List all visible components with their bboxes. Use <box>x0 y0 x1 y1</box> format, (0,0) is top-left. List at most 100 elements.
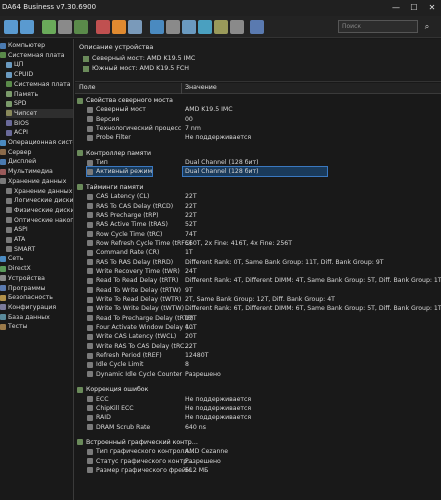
sidebar-item[interactable]: Тесты <box>0 322 73 331</box>
tools-icon[interactable] <box>166 20 180 34</box>
search-input[interactable]: Поиск <box>338 20 418 33</box>
sidebar-item[interactable]: Оптические накопител <box>6 216 73 225</box>
sidebar-item[interactable]: Дисплей <box>0 157 73 166</box>
help-icon[interactable] <box>250 20 264 34</box>
sidebar-item[interactable]: BIOS <box>6 119 73 128</box>
property-row[interactable]: Статус графического контр… Разрешено <box>75 457 441 466</box>
sidebar-item[interactable]: DirectX <box>0 264 73 273</box>
minimize-button[interactable]: — <box>387 0 405 16</box>
property-row[interactable]: Dynamic Idle Cycle Counter Разрешено <box>75 370 441 379</box>
property-row[interactable]: Read To Read Delay (tRTR) Different Rank:… <box>75 276 441 285</box>
settings-icon[interactable] <box>230 20 244 34</box>
sidebar-item[interactable]: Чипсет <box>6 108 73 118</box>
report-icon[interactable] <box>58 20 72 34</box>
sidebar-item[interactable]: Сервер <box>0 148 73 157</box>
property-row[interactable]: Версия 00 <box>75 115 441 124</box>
property-row[interactable]: Северный мост AMD K19.5 IMC <box>75 105 441 114</box>
sidebar-item[interactable]: Хранение данных Wind <box>6 187 73 196</box>
section-header[interactable]: Свойства северного моста <box>75 96 441 105</box>
property-row[interactable]: Тип графического контролл… AMD Cezanne <box>75 447 441 456</box>
sidebar-item[interactable]: Программы <box>0 284 73 293</box>
cpu-icon[interactable] <box>182 20 196 34</box>
sidebar-tree: Компьютер Системная плата ЦП CPUID Системная… <box>0 39 74 500</box>
sidebar-item[interactable]: Компьютер <box>0 41 73 50</box>
property-row[interactable]: Read To Write Delay (tRTW) 9T <box>75 286 441 295</box>
sidebar-item[interactable]: SMART <box>6 245 73 254</box>
field-label: RAS To RAS Delay (tRRD) <box>96 258 174 266</box>
section-header[interactable]: Встроенный графический контр… <box>75 438 441 447</box>
property-row[interactable]: RAS Active Time (tRAS) 52T <box>75 220 441 229</box>
forward-arrow-icon[interactable] <box>20 20 34 34</box>
property-row[interactable]: Probe Filter Не поддерживается <box>75 133 441 142</box>
sidebar-item[interactable]: Системная плата <box>6 80 73 89</box>
sidebar-item[interactable]: Мультимедиа <box>0 167 73 176</box>
fire-icon[interactable] <box>112 20 126 34</box>
property-icon <box>87 203 93 209</box>
property-row[interactable]: Write To Write Delay (tWTW) Different Ran… <box>75 304 441 313</box>
sidebar-item[interactable]: Хранение данных <box>0 177 73 186</box>
property-icon <box>87 371 93 378</box>
sidebar-item[interactable]: CPUID <box>6 70 73 79</box>
sidebar-item[interactable]: ЦП <box>6 60 73 69</box>
property-row[interactable]: DRAM Scrub Rate 640 ns <box>75 423 441 432</box>
sidebar-item[interactable]: Логические диски <box>6 196 73 205</box>
refresh-icon[interactable] <box>42 20 56 34</box>
sidebar-item[interactable]: ASPI <box>6 225 73 234</box>
property-row[interactable]: Технологический процесс 7 nm <box>75 124 441 133</box>
maximize-button[interactable]: ☐ <box>405 0 423 16</box>
section-header[interactable]: Коррекция ошибок <box>75 385 441 394</box>
property-row[interactable]: ECC Не поддерживается <box>75 395 441 404</box>
field-label: Тайминги памяти <box>86 183 144 191</box>
sidebar-item[interactable]: Безопасность <box>0 293 73 302</box>
chart-icon[interactable] <box>96 20 110 34</box>
property-row[interactable]: Refresh Period (tREF) 12480T <box>75 351 441 360</box>
property-row[interactable]: RAS Precharge (tRP) 22T <box>75 211 441 220</box>
sidebar-item[interactable]: SPD <box>6 99 73 108</box>
download-icon[interactable] <box>150 20 164 34</box>
column-divider[interactable] <box>181 83 182 94</box>
property-row[interactable]: Write Recovery Time (tWR) 24T <box>75 267 441 276</box>
grid-icon[interactable] <box>214 20 228 34</box>
property-row[interactable]: Активный режим Dual Channel (128 бит) <box>75 166 441 178</box>
sidebar-item[interactable]: Устройства <box>0 274 73 283</box>
property-row[interactable]: Write CAS Latency (tWCL) 20T <box>75 332 441 341</box>
property-row[interactable]: ChipKill ECC Не поддерживается <box>75 404 441 413</box>
sidebar-item[interactable]: ATA <box>6 235 73 244</box>
users-icon[interactable] <box>128 20 142 34</box>
search-icon[interactable]: ⌕ <box>420 20 434 33</box>
property-row[interactable]: Command Rate (CR) 1T <box>75 248 441 257</box>
property-row[interactable]: Row Refresh Cycle Time (tRFC) 560T, 2x Fi… <box>75 239 441 248</box>
section-header[interactable]: Тайминги памяти <box>75 183 441 192</box>
close-button[interactable]: ✕ <box>423 0 441 16</box>
property-row[interactable]: Read To Precharge Delay (tRTP) 12T <box>75 314 441 323</box>
property-row[interactable]: RAID Не поддерживается <box>75 413 441 422</box>
property-row[interactable]: Write To Read Delay (tWTR) 2T, Same Bank … <box>75 295 441 304</box>
section-header[interactable]: Контроллер памяти <box>75 149 441 158</box>
network-icon[interactable] <box>198 20 212 34</box>
sidebar-item[interactable]: Память <box>6 90 73 99</box>
property-row[interactable]: CAS Latency (CL) 22T <box>75 192 441 201</box>
property-row[interactable]: Row Cycle Time (tRC) 74T <box>75 230 441 239</box>
sidebar-item[interactable]: Сеть <box>0 254 73 263</box>
sidebar-item[interactable]: Системная плата <box>0 51 73 60</box>
tree-node-icon <box>0 314 6 321</box>
column-header-value[interactable]: Значение <box>185 84 217 91</box>
property-row[interactable]: Idle Cycle Limit 8 <box>75 360 441 369</box>
memory-icon[interactable] <box>74 20 88 34</box>
sidebar-item[interactable]: Операционная система <box>0 138 73 147</box>
property-row[interactable]: Write RAS To CAS Delay (tRC… 22T <box>75 342 441 351</box>
property-row[interactable]: Four Activate Window Delay (… 40T <box>75 323 441 332</box>
field-value: Different Rank: 0T, Same Bank Group: 11T… <box>185 258 384 266</box>
sidebar-item[interactable]: Конфигурация <box>0 303 73 312</box>
sidebar-item[interactable]: ACPI <box>6 128 73 137</box>
tree-node-icon <box>6 197 12 204</box>
property-row[interactable]: Размер графического фрейм… 512 МБ <box>75 466 441 475</box>
back-arrow-icon[interactable] <box>4 20 18 34</box>
property-row[interactable]: Тип Dual Channel (128 бит) <box>75 158 441 167</box>
sidebar-item[interactable]: Физические диски <box>6 206 73 215</box>
tree-node-icon <box>6 71 12 78</box>
property-row[interactable]: RAS To CAS Delay (tRCD) 22T <box>75 202 441 211</box>
property-row[interactable]: RAS To RAS Delay (tRRD) Different Rank: 0… <box>75 258 441 267</box>
sidebar-item[interactable]: База данных <box>0 313 73 322</box>
column-header-field[interactable]: Поле <box>79 84 96 91</box>
